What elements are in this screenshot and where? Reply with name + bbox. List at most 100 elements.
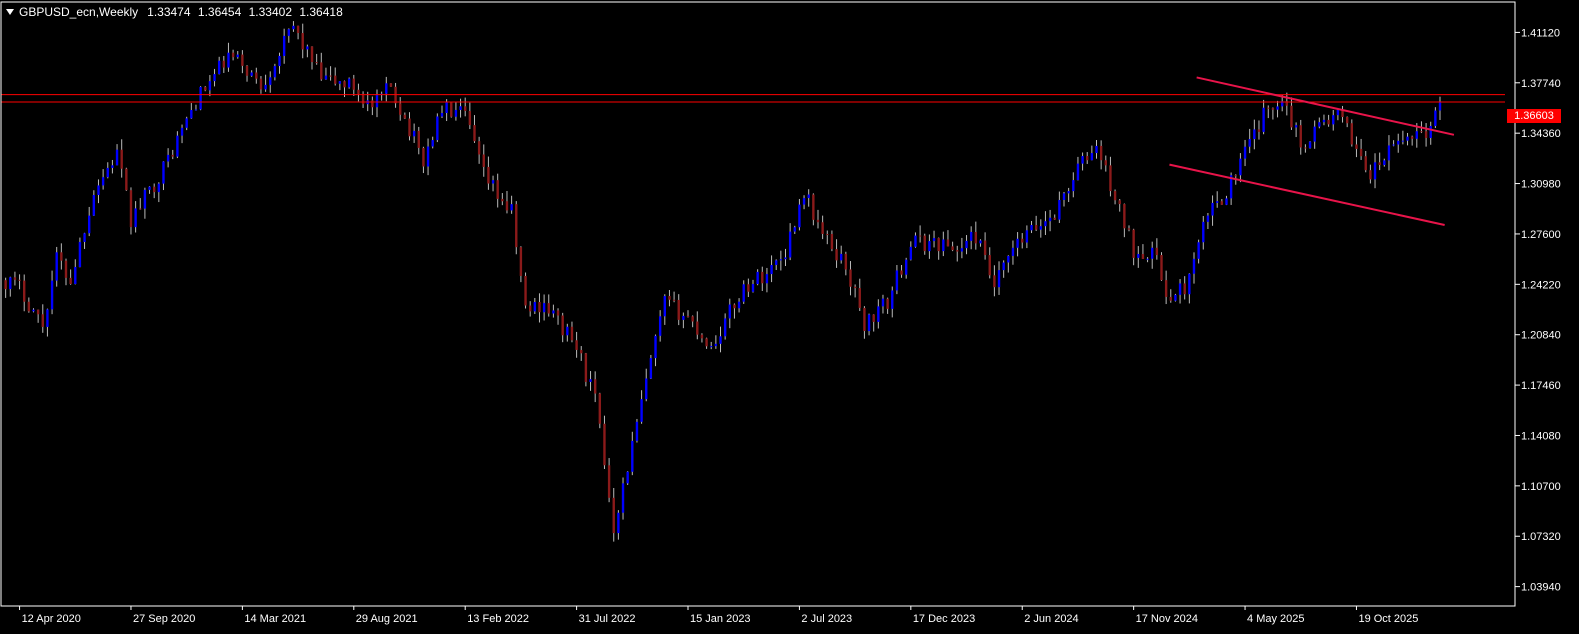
candle-bear [951, 246, 954, 251]
x-tick-label: 15 Jan 2023 [690, 613, 751, 625]
candle-bull [877, 306, 880, 322]
candle-bear [4, 280, 7, 290]
candle-bear [315, 62, 318, 64]
candle-bull [645, 378, 648, 400]
candle-bull [106, 167, 109, 178]
candle-bull [1336, 109, 1340, 116]
candle-bear [1420, 131, 1423, 133]
candle-bear [700, 334, 704, 339]
candle-bear [812, 194, 815, 220]
candle-bull [1434, 110, 1437, 126]
candle-bear [603, 423, 606, 466]
candle-bull [55, 252, 58, 281]
candle-bear [816, 219, 820, 223]
candle-bear [747, 284, 750, 292]
candle-bull [1373, 162, 1377, 180]
candle-bear [468, 110, 472, 126]
candle-bear [1299, 125, 1302, 148]
y-tick-label: 1.17460 [1521, 380, 1561, 392]
candle-bull [533, 301, 537, 312]
x-tick-label: 31 Jul 2022 [579, 613, 636, 625]
candle-bear [343, 81, 346, 88]
y-tick-label: 1.37740 [1521, 78, 1561, 90]
x-tick-label: 13 Feb 2022 [467, 613, 529, 625]
candle-bear [672, 299, 676, 301]
candle-bull [269, 77, 272, 85]
candle-bull [1276, 106, 1279, 110]
price-chart[interactable]: 1.41120 1.37740 1.34360 1.30980 1.27600 1.242… [0, 0, 1579, 634]
candle-bull [1202, 221, 1205, 243]
candle-bear [13, 277, 17, 280]
candle-bull [737, 301, 741, 309]
candle-bull [148, 186, 151, 190]
candle-bear [1267, 107, 1270, 109]
candle-bear [1021, 238, 1024, 243]
candle-bear [858, 288, 861, 308]
candle-bull [1025, 230, 1029, 243]
candle-bear [1234, 175, 1237, 177]
candle-bear [417, 130, 420, 148]
candle-bull [1415, 131, 1419, 139]
candle-bear [450, 102, 453, 117]
candle-bull [46, 309, 49, 327]
candle-bear [1304, 147, 1307, 149]
candle-bull [552, 310, 555, 314]
candle-bull [445, 102, 448, 114]
candle-bear [152, 186, 156, 193]
candle-bull [213, 74, 216, 82]
candle-bull [631, 440, 634, 472]
candle-bull [87, 215, 91, 234]
candle-bear [482, 154, 485, 167]
candle-bear [120, 149, 123, 169]
candle-bull [1072, 180, 1075, 192]
candle-bear [496, 180, 499, 199]
current-price-tag: 1.36603 [1507, 109, 1561, 123]
candle-bull [1062, 193, 1066, 200]
candle-bear [668, 296, 671, 300]
candle-bear [1410, 136, 1414, 139]
candle-bull [32, 309, 35, 312]
candle-bear [691, 316, 694, 322]
candle-bull [97, 185, 100, 196]
candle-bull [788, 231, 792, 258]
candle-bear [1220, 201, 1224, 205]
candle-bull [965, 240, 968, 249]
x-tick-label: 17 Nov 2024 [1136, 613, 1198, 625]
candle-bull [1076, 163, 1080, 181]
candle-bull [723, 318, 727, 337]
candle-bull [714, 343, 718, 347]
candle-bear [612, 497, 615, 534]
candle-bear [36, 309, 40, 315]
candle-bull [839, 253, 843, 261]
candle-bull [867, 314, 871, 332]
candle-bear [686, 315, 690, 317]
candle-bull [436, 116, 439, 141]
candle-bull [626, 471, 629, 484]
candle-bull [1011, 247, 1015, 256]
candle-bull [306, 46, 309, 50]
candle-bull [412, 130, 416, 137]
y-tick-label: 1.30980 [1521, 179, 1561, 191]
x-tick-label: 17 Dec 2023 [913, 613, 975, 625]
candle-bull [649, 358, 653, 379]
candle-bear [830, 233, 834, 250]
candle-bull [1197, 242, 1200, 259]
candle-bull [997, 270, 1001, 288]
candle-bull [1294, 125, 1298, 128]
candle-bear [1183, 283, 1186, 295]
candle-bear [477, 141, 481, 155]
triangle-down-icon[interactable] [6, 9, 14, 15]
candle-bear [1355, 144, 1358, 149]
candle-bear [1104, 160, 1107, 166]
candle-bull [278, 55, 281, 67]
candle-bear [255, 72, 258, 79]
candle-bull [895, 270, 899, 291]
candle-bull [742, 284, 745, 302]
candle-bull [728, 304, 731, 319]
candle-bear [310, 46, 314, 63]
candle-bull [250, 72, 253, 76]
candle-bear [259, 78, 263, 90]
candle-bear [1164, 280, 1168, 297]
candle-bear [422, 147, 425, 167]
candle-bull [166, 154, 170, 162]
